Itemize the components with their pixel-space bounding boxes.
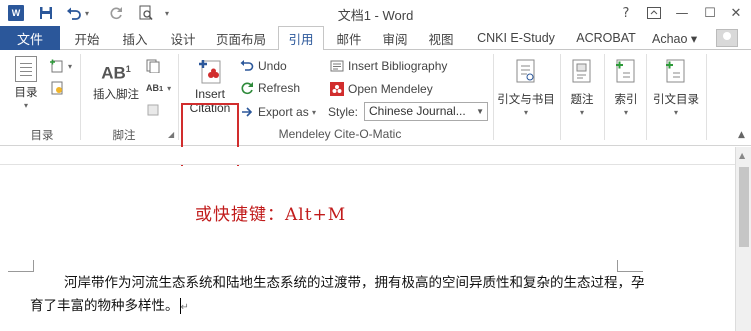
collapse-ribbon-icon[interactable]: ▲	[738, 130, 745, 140]
group-separator	[493, 54, 494, 140]
chevron-down-icon: ▾	[23, 101, 28, 110]
group-label-footnotes: 脚注	[112, 128, 136, 142]
captions-button[interactable]: 题注 ▾	[564, 58, 600, 120]
refresh-label: Refresh	[258, 81, 301, 95]
undo-icon	[240, 59, 254, 73]
export-as-button[interactable]: Export as ▾	[240, 102, 316, 122]
insert-bibliography-label: Insert Bibliography	[348, 59, 448, 73]
footnote-ab-icon: AB1	[101, 63, 131, 83]
insert-footnote-label: 插入脚注	[93, 86, 139, 101]
tab-insert[interactable]: 插入	[112, 26, 158, 50]
footnote-dialog-launcher-icon[interactable]: ◢	[168, 130, 174, 139]
group-separator	[80, 54, 81, 140]
open-mendeley-label: Open Mendeley	[348, 82, 433, 96]
title-bar: W ▾ ▾ 文档1 - Word ? — ☐ ✕	[0, 0, 751, 26]
add-text-button[interactable]: ▾	[50, 56, 72, 76]
tab-view[interactable]: 视图	[418, 26, 464, 50]
citation-style-select[interactable]: Chinese Journal... ▼	[364, 102, 488, 121]
avatar[interactable]	[716, 29, 738, 47]
tab-mailings[interactable]: 邮件	[326, 26, 372, 50]
export-icon	[240, 105, 254, 119]
paragraph-text: 河岸带作为河流生态系统和陆地生态系统的过渡带，拥有极高的空间异质性和复杂的生态过…	[30, 275, 645, 314]
captions-label: 题注	[570, 92, 594, 106]
citations-bibliography-label: 引文与书目	[497, 92, 555, 106]
add-text-icon	[50, 59, 64, 73]
undo-button[interactable]: Undo	[240, 56, 287, 76]
ribbon-display-options-icon[interactable]	[642, 2, 666, 24]
tab-design[interactable]: 设计	[160, 26, 206, 50]
bibliography-icon	[330, 59, 344, 73]
chevron-down-icon: ▾	[673, 108, 678, 117]
next-footnote-icon: AB 1	[146, 83, 164, 93]
vertical-scrollbar[interactable]: ▲	[735, 147, 751, 331]
tab-review[interactable]: 审阅	[372, 26, 418, 50]
minimize-icon[interactable]: —	[670, 2, 694, 24]
citations-bibliography-button[interactable]: 引文与书目 ▾	[496, 58, 556, 120]
update-table-button[interactable]	[50, 78, 68, 98]
captions-icon	[572, 59, 591, 83]
chevron-down-icon: ▾	[579, 108, 584, 117]
export-as-label: Export as	[258, 105, 309, 119]
insert-bibliography-button[interactable]: Insert Bibliography	[330, 56, 447, 76]
index-button[interactable]: 索引 ▾	[608, 58, 644, 120]
next-footnote-button[interactable]: AB 1 ▾	[146, 78, 171, 98]
endnote-icon	[146, 59, 160, 73]
undo-label: Undo	[258, 59, 287, 73]
toc-button-label: 目录	[14, 85, 38, 99]
chevron-down-icon: ▾	[523, 108, 528, 117]
show-notes-button[interactable]	[146, 100, 164, 120]
account-name[interactable]: Achao ▾	[652, 26, 697, 50]
tab-file[interactable]: 文件	[0, 26, 60, 50]
style-label: Style:	[328, 105, 359, 119]
authorities-icon	[666, 59, 685, 83]
insert-endnote-button[interactable]	[146, 56, 164, 76]
group-separator	[604, 54, 605, 140]
open-mendeley-button[interactable]: Open Mendeley	[330, 79, 433, 99]
refresh-button[interactable]: Refresh	[240, 78, 300, 98]
insert-citation-label-1: Insert	[194, 87, 225, 101]
ribbon-references: 目录 ▾ ▾ 目录 AB1 插入脚注 AB 1 ▾ 脚注 ◢ Insert Ci…	[0, 50, 751, 179]
document-paragraph[interactable]: 河岸带作为河流生态系统和陆地生态系统的过渡带，拥有极高的空间异质性和复杂的生态过…	[30, 272, 650, 319]
insert-citation-icon	[199, 60, 221, 84]
insert-footnote-button[interactable]: AB1 插入脚注	[88, 62, 144, 101]
tab-references[interactable]: 引用	[278, 26, 324, 51]
shortcut-annotation: 或快捷键：Alt+M	[195, 205, 347, 225]
close-icon[interactable]: ✕	[724, 2, 748, 24]
group-separator	[706, 54, 707, 140]
index-icon	[616, 59, 635, 83]
scrollbar-thumb[interactable]	[739, 167, 749, 247]
refresh-icon	[240, 81, 254, 95]
citations-icon	[516, 59, 535, 83]
group-separator	[560, 54, 561, 140]
tab-home[interactable]: 开始	[64, 26, 110, 50]
group-separator	[178, 54, 179, 140]
help-icon[interactable]: ?	[614, 2, 638, 24]
scroll-up-icon[interactable]: ▲	[739, 151, 745, 160]
mendeley-icon	[330, 82, 344, 96]
tab-page-layout[interactable]: 页面布局	[208, 26, 274, 50]
citation-style-value: Chinese Journal...	[369, 104, 466, 118]
page-corner-mark-right	[617, 260, 643, 272]
page-corner-mark-left	[8, 260, 34, 272]
group-separator	[646, 54, 647, 140]
toc-button[interactable]: 目录 ▾	[8, 56, 44, 113]
group-label-toc: 目录	[30, 128, 54, 142]
chevron-down-icon: ▾	[623, 108, 628, 117]
tab-cnki-estudy[interactable]: CNKI E-Study	[470, 26, 562, 50]
ribbon-tab-row: 文件 开始 插入 设计 页面布局 引用 邮件 审阅 视图 CNKI E-Stud…	[0, 26, 751, 51]
paragraph-mark: ↵	[180, 302, 189, 313]
tab-acrobat[interactable]: ACROBAT	[570, 26, 642, 50]
table-of-authorities-label: 引文目录	[653, 92, 699, 106]
index-label: 索引	[614, 92, 638, 106]
chevron-down-icon: ▼	[476, 107, 484, 116]
maximize-icon[interactable]: ☐	[698, 2, 722, 24]
ruler-area	[0, 147, 735, 165]
table-of-authorities-button[interactable]: 引文目录 ▾	[648, 58, 704, 120]
show-notes-icon	[146, 103, 160, 117]
group-label-mendeley: Mendeley Cite-O-Matic	[278, 127, 402, 141]
toc-icon	[15, 56, 37, 82]
update-table-icon	[50, 81, 64, 95]
window-title: 文档1 - Word	[337, 8, 414, 23]
